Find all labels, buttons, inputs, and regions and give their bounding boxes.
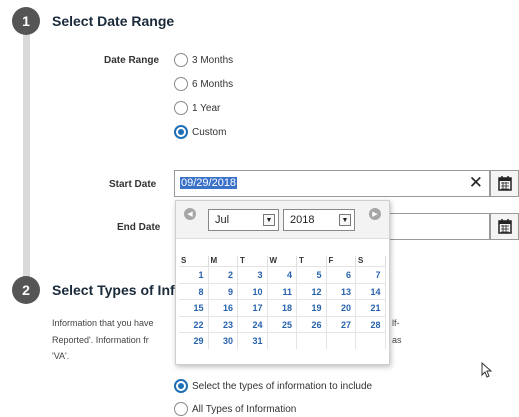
day-of-week: M bbox=[209, 256, 238, 266]
end-date-calendar-button[interactable] bbox=[490, 213, 519, 240]
prev-month-icon[interactable]: ◀ bbox=[184, 208, 196, 220]
radio-6-months[interactable]: 6 Months bbox=[174, 76, 233, 92]
calendar-day[interactable]: 27 bbox=[326, 315, 356, 332]
calendar-day[interactable]: 13 bbox=[326, 282, 356, 299]
start-date-value: 09/29/2018 bbox=[180, 177, 238, 189]
calendar-day[interactable]: 15 bbox=[179, 299, 209, 316]
step-1-badge: 1 bbox=[12, 7, 40, 35]
radio-all-types-label: All Types of Information bbox=[192, 403, 297, 415]
date-range-label: Date Range bbox=[104, 55, 160, 66]
radio-all-types-circle[interactable] bbox=[174, 402, 188, 416]
calendar-day-empty bbox=[267, 332, 297, 349]
calendar-icon bbox=[498, 219, 512, 234]
calendar-day[interactable]: 18 bbox=[267, 299, 297, 316]
calendar-icon bbox=[498, 176, 512, 191]
radio-6-months-circle[interactable] bbox=[174, 77, 188, 91]
radio-1-year-circle[interactable] bbox=[174, 101, 188, 115]
step-rail bbox=[23, 22, 30, 280]
calendar-day-empty bbox=[326, 332, 356, 349]
calendar-day[interactable]: 22 bbox=[179, 315, 209, 332]
datepicker-popup: ◀ Jul ▼ 2018 ▼ ▶ S M T W T F S 1 2 3 4 5… bbox=[175, 200, 390, 365]
calendar-day[interactable]: 8 bbox=[179, 282, 209, 299]
step-2-title: Select Types of Inf bbox=[52, 282, 175, 298]
radio-select-types-circle[interactable] bbox=[174, 379, 188, 393]
chevron-down-icon: ▼ bbox=[339, 214, 351, 226]
calendar-day[interactable]: 11 bbox=[267, 282, 297, 299]
calendar-day[interactable]: 9 bbox=[208, 282, 238, 299]
year-select[interactable]: 2018 ▼ bbox=[283, 209, 355, 231]
datepicker-header: ◀ Jul ▼ 2018 ▼ ▶ bbox=[176, 201, 389, 239]
start-date-input[interactable]: 09/29/2018 ✕ bbox=[174, 170, 490, 197]
day-of-week: T bbox=[297, 256, 327, 266]
calendar-day[interactable]: 25 bbox=[267, 315, 297, 332]
calendar-day[interactable]: 26 bbox=[297, 315, 327, 332]
calendar-day[interactable]: 29 bbox=[179, 332, 209, 349]
step-2-badge: 2 bbox=[12, 276, 40, 304]
calendar-day[interactable]: 14 bbox=[356, 282, 386, 299]
radio-custom-label: Custom bbox=[192, 126, 227, 138]
calendar-day[interactable]: 12 bbox=[297, 282, 327, 299]
month-select[interactable]: Jul ▼ bbox=[208, 209, 279, 231]
info-line-2: Reported'. Information fr bbox=[52, 335, 149, 345]
radio-3-months[interactable]: 3 Months bbox=[174, 52, 233, 68]
calendar-day[interactable]: 2 bbox=[208, 266, 238, 283]
radio-1-year-label: 1 Year bbox=[192, 102, 221, 114]
radio-3-months-circle[interactable] bbox=[174, 53, 188, 67]
radio-6-months-label: 6 Months bbox=[192, 78, 234, 90]
calendar-day[interactable]: 23 bbox=[208, 315, 238, 332]
radio-3-months-label: 3 Months bbox=[192, 54, 234, 66]
radio-1-year[interactable]: 1 Year bbox=[174, 100, 220, 116]
radio-all-types[interactable]: All Types of Information bbox=[174, 401, 296, 417]
next-month-icon[interactable]: ▶ bbox=[369, 208, 381, 220]
calendar-day[interactable]: 1 bbox=[179, 266, 209, 283]
mouse-cursor-icon bbox=[481, 361, 493, 381]
calendar-day[interactable]: 24 bbox=[238, 315, 268, 332]
calendar-day-empty bbox=[356, 332, 386, 349]
end-date-input[interactable] bbox=[388, 213, 490, 240]
info-line-3: 'VA'. bbox=[52, 351, 70, 361]
calendar-day[interactable]: 31 bbox=[238, 332, 268, 349]
info-line-1-right: lf- bbox=[392, 318, 400, 328]
calendar-day[interactable]: 21 bbox=[356, 299, 386, 316]
calendar-day[interactable]: 4 bbox=[267, 266, 297, 283]
calendar-day[interactable]: 28 bbox=[356, 315, 386, 332]
step-1-title: Select Date Range bbox=[52, 13, 175, 29]
month-select-value: Jul bbox=[215, 214, 230, 226]
day-of-week: F bbox=[327, 256, 356, 266]
chevron-down-icon: ▼ bbox=[263, 214, 275, 226]
calendar-day[interactable]: 19 bbox=[297, 299, 327, 316]
info-line-1: Information that you have bbox=[52, 318, 154, 328]
year-select-value: 2018 bbox=[290, 214, 315, 226]
start-date-label: Start Date bbox=[109, 179, 157, 190]
end-date-label: End Date bbox=[117, 222, 161, 233]
radio-custom-circle[interactable] bbox=[174, 125, 188, 139]
calendar-day[interactable]: 3 bbox=[238, 266, 268, 283]
calendar-day[interactable]: 20 bbox=[326, 299, 356, 316]
calendar-day-empty bbox=[297, 332, 327, 349]
day-of-week: T bbox=[238, 256, 268, 266]
radio-select-types[interactable]: Select the types of information to inclu… bbox=[174, 378, 372, 394]
calendar-day[interactable]: 16 bbox=[208, 299, 238, 316]
day-of-week: S bbox=[179, 256, 209, 266]
info-line-2-right: as bbox=[392, 335, 402, 345]
clear-icon[interactable]: ✕ bbox=[469, 173, 483, 193]
day-of-week: S bbox=[356, 256, 386, 266]
calendar-day[interactable]: 5 bbox=[297, 266, 327, 283]
calendar-grid: S M T W T F S 1 2 3 4 5 6 7 8 9 10 11 12… bbox=[179, 256, 386, 349]
calendar-day[interactable]: 10 bbox=[238, 282, 268, 299]
radio-custom[interactable]: Custom bbox=[174, 124, 226, 140]
calendar-day[interactable]: 17 bbox=[238, 299, 268, 316]
day-of-week: W bbox=[268, 256, 297, 266]
calendar-day[interactable]: 30 bbox=[208, 332, 238, 349]
radio-select-types-label: Select the types of information to inclu… bbox=[192, 380, 373, 392]
start-date-calendar-button[interactable] bbox=[490, 170, 519, 197]
calendar-day[interactable]: 6 bbox=[326, 266, 356, 283]
calendar-day[interactable]: 7 bbox=[356, 266, 386, 283]
